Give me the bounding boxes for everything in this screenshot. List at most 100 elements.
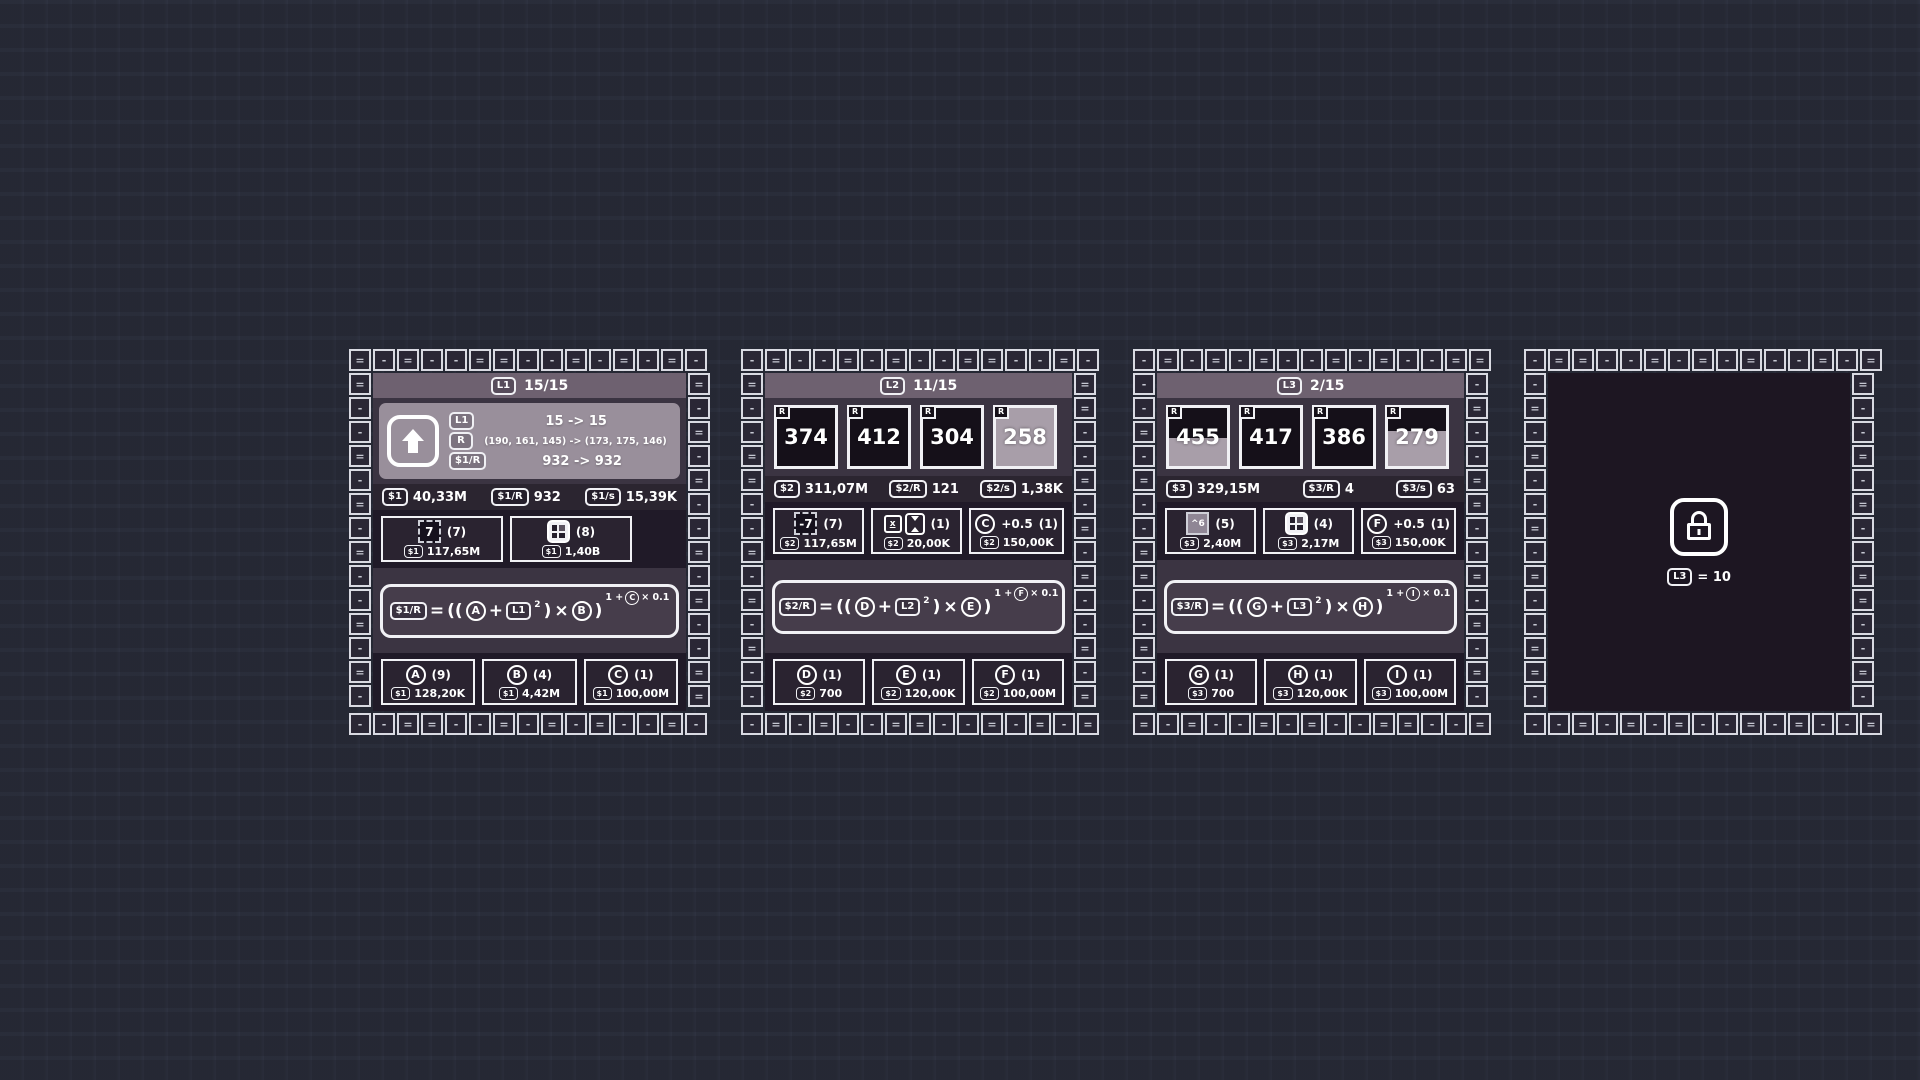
per-run-stat: $1/R932: [491, 488, 560, 506]
frame-tick: =: [1133, 637, 1155, 659]
panel-frame-right: ==--=-=-=--=-=: [1074, 373, 1096, 707]
upgrade-cell-value-button[interactable]: -7(7) $2117,65M: [773, 508, 864, 554]
reward-cell[interactable]: R304: [920, 405, 984, 469]
var-e-button[interactable]: E(1) $2120,00K: [872, 659, 964, 705]
var-a-button[interactable]: A(9) $1128,20K: [381, 659, 475, 705]
frame-tick: -: [789, 349, 811, 371]
cell-value: 455: [1176, 425, 1220, 449]
frame-tick: -: [1644, 713, 1666, 735]
var-count: (9): [432, 668, 451, 682]
upgrades-row: -7(7) $2117,65M x(1) $220,00K C+0.5(1) $…: [765, 502, 1072, 560]
frame-tick: =: [1524, 445, 1546, 467]
frame-tick: -: [741, 397, 763, 419]
var-d-button[interactable]: D(1) $2700: [773, 659, 865, 705]
upgrade-cell-value-button[interactable]: 7(7) $1117,65M: [381, 516, 503, 562]
frame-tick: -: [1229, 349, 1251, 371]
frame-tick: -: [1133, 349, 1155, 371]
upgrade-preview-card[interactable]: L1 15 -> 15 R (190, 161, 145) -> (173, 1…: [379, 403, 680, 479]
upgrade-exponent-button[interactable]: C+0.5(1) $2150,00K: [969, 508, 1064, 554]
frame-tick: -: [741, 493, 763, 515]
var-d-icon: D: [855, 597, 875, 617]
preview-row-rate: $1/R 932 -> 932: [449, 452, 672, 470]
reward-cell[interactable]: R417: [1239, 405, 1303, 469]
frame-tick: -: [1596, 349, 1618, 371]
plus-sign: +: [878, 597, 892, 617]
frame-tick: -: [1277, 713, 1299, 735]
frame-tick: =: [1466, 613, 1488, 635]
frame-tick: -: [1074, 541, 1096, 563]
currency-stat: $3329,15M: [1166, 480, 1260, 498]
frame-tick: =: [1397, 713, 1419, 735]
frame-tick: =: [765, 713, 787, 735]
cost-badge: $2: [881, 687, 900, 700]
frame-tick: -: [541, 349, 563, 371]
frame-tick: =: [493, 349, 515, 371]
reward-cell[interactable]: R412: [847, 405, 911, 469]
open-paren: ((: [447, 601, 463, 621]
frame-tick: -: [1852, 685, 1874, 707]
upgrade-grid-size-button[interactable]: (8) $11,40B: [510, 516, 632, 562]
panel-frame-bottom: -=-=--==--=-=-=: [741, 713, 1099, 735]
upgrade-grid-size-button[interactable]: (4) $32,17M: [1263, 508, 1354, 554]
cost-badge: $2: [884, 537, 903, 550]
frame-tick: =: [661, 349, 683, 371]
reward-cell[interactable]: R279: [1385, 405, 1449, 469]
cell-value: 374: [784, 425, 828, 449]
upgrade-count: (4): [1314, 517, 1333, 531]
upgrade-exponent-button[interactable]: F+0.5(1) $3150,00K: [1361, 508, 1456, 554]
frame-tick: -: [741, 613, 763, 635]
frame-tick: -: [1524, 541, 1546, 563]
currency-badge: $1: [382, 488, 408, 506]
exp-prefix: 1 +: [994, 588, 1012, 599]
var-i-button[interactable]: I(1) $3100,00M: [1364, 659, 1456, 705]
plus-sign: +: [489, 601, 503, 621]
var-b-icon: B: [572, 601, 592, 621]
reward-cell[interactable]: R258: [993, 405, 1057, 469]
close-paren-2: ): [984, 597, 992, 617]
rate-badge: $1/R: [449, 452, 486, 470]
frame-tick: =: [349, 493, 371, 515]
cell-value-icon: ^6: [1186, 512, 1209, 535]
frame-tick: -: [1852, 613, 1874, 635]
var-f-button[interactable]: F(1) $2100,00M: [972, 659, 1064, 705]
var-g-button[interactable]: G(1) $3700: [1165, 659, 1257, 705]
var-h-button[interactable]: H(1) $3120,00K: [1264, 659, 1356, 705]
upgrade-cell-value-button[interactable]: ^6(5) $32,40M: [1165, 508, 1256, 554]
frame-tick: -: [1620, 349, 1642, 371]
currency-stat: $140,33M: [382, 488, 467, 506]
frame-tick: =: [1572, 713, 1594, 735]
upgrade-cost: 2,40M: [1203, 537, 1241, 550]
frame-tick: =: [397, 349, 419, 371]
cost-badge: $1: [542, 545, 561, 558]
var-b-icon: B: [507, 665, 527, 685]
var-h-icon: H: [1288, 665, 1308, 685]
cost-badge: $2: [980, 687, 999, 700]
frame-tick: =: [1205, 349, 1227, 371]
frame-tick: =: [661, 713, 683, 735]
frame-tick: -: [1074, 613, 1096, 635]
locked-panel-body: L3 = 10: [1548, 373, 1850, 711]
frame-tick: =: [1852, 589, 1874, 611]
upgrade-speed-button[interactable]: x(1) $220,00K: [871, 508, 962, 554]
panel-locked: -==--=-=-=--=-= --=-=-=--=-=--= -=-=--=-…: [1524, 349, 1874, 735]
r-badge: R: [1166, 405, 1182, 419]
equals-sign: =: [819, 597, 833, 617]
cost-badge: $1: [391, 687, 410, 700]
reward-cell[interactable]: R374: [774, 405, 838, 469]
frame-tick: -: [1788, 349, 1810, 371]
frame-tick: -: [1852, 397, 1874, 419]
var-c-button[interactable]: C(1) $1100,00M: [584, 659, 678, 705]
frame-tick: =: [981, 713, 1003, 735]
var-b-button[interactable]: B(4) $14,42M: [482, 659, 576, 705]
var-cost: 100,00M: [616, 687, 669, 700]
frame-tick: -: [1029, 349, 1051, 371]
reward-cell[interactable]: R 455: [1166, 405, 1230, 469]
lock-icon: [1670, 498, 1728, 556]
panel-frame-top: -=-=-=--=-=--==: [1133, 349, 1491, 371]
formula-lhs-badge: $1/R: [390, 602, 427, 620]
frame-tick: -: [1325, 713, 1347, 735]
frame-tick: -: [861, 349, 883, 371]
reward-cell[interactable]: R386: [1312, 405, 1376, 469]
frame-tick: -: [685, 349, 707, 371]
frame-tick: =: [688, 685, 710, 707]
